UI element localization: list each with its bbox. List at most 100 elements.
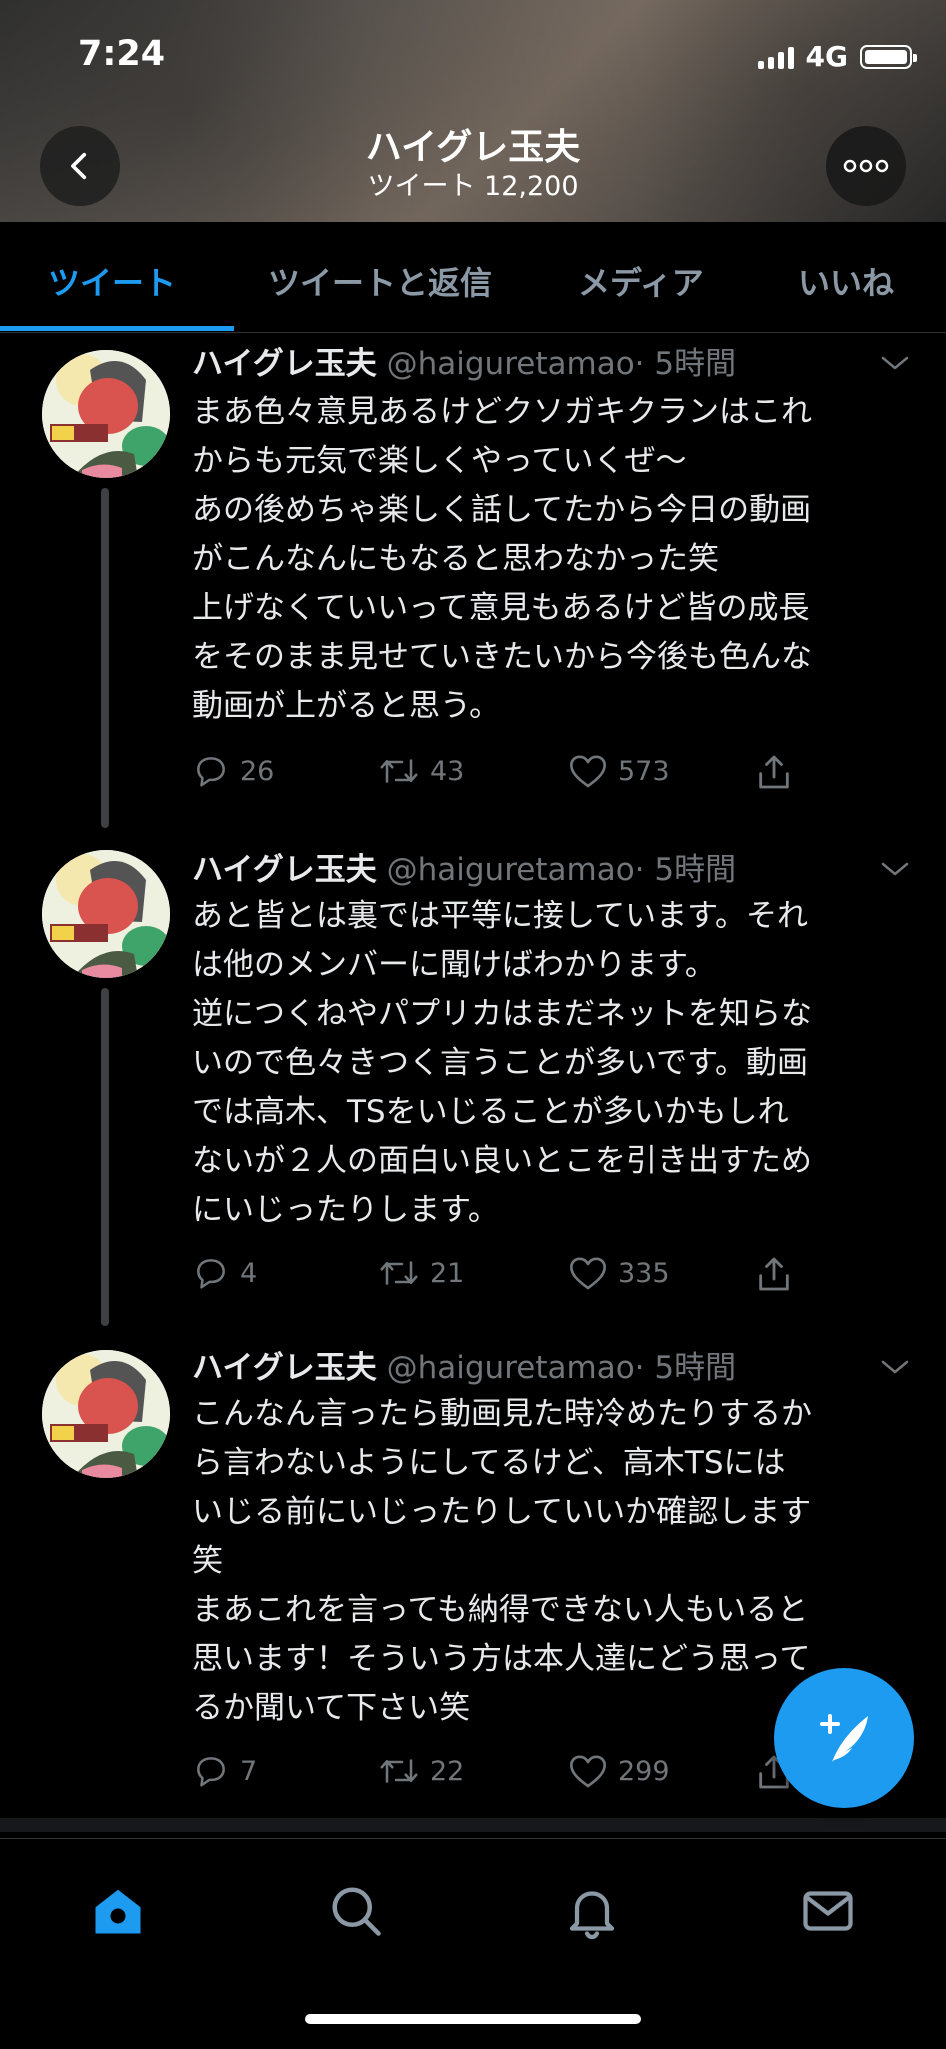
tweet-line: 上げなくていいって意見もあるけど皆の成長	[192, 590, 810, 626]
reply-count: 7	[240, 1755, 258, 1787]
profile-tabs: ツイート ツイートと返信 メディア いいね	[0, 222, 946, 333]
like-button[interactable]: 299	[568, 1752, 670, 1790]
retweet-button[interactable]: 43	[378, 752, 464, 790]
battery-icon	[860, 44, 917, 69]
author-name[interactable]: ハイグレ玉夫	[192, 1350, 377, 1386]
tweet-time: · 5時間	[634, 852, 737, 888]
nav-notifications[interactable]	[562, 1881, 622, 1945]
tweet-line: まあこれを言っても納得できない人もいると	[192, 1592, 809, 1628]
tweet-line: 思います！そういう方は本人達にどう思って	[192, 1641, 811, 1677]
tweet-header: ハイグレ玉夫 @haiguretamao· 5時間	[192, 1342, 736, 1387]
tweet-line: まあ色々意見あるけどクソガキクランはこれ	[192, 394, 812, 430]
retweet-count: 21	[430, 1257, 465, 1289]
reply-button[interactable]: 7	[192, 1752, 257, 1790]
tab-tweets[interactable]: ツイート	[48, 258, 176, 304]
share-button[interactable]	[754, 1254, 794, 1294]
reply-count: 4	[240, 1257, 258, 1289]
signal-icon	[757, 45, 794, 69]
avatar-image	[42, 350, 170, 478]
reply-icon	[197, 757, 225, 787]
tweet-line: 動画が上がると思う。	[192, 688, 501, 724]
author-handle[interactable]: @haiguretamao	[387, 346, 635, 382]
author-handle[interactable]: @haiguretamao	[387, 852, 635, 888]
nav-search[interactable]	[326, 1881, 386, 1945]
like-icon	[570, 755, 606, 788]
tweet-line: では高木、TSをいじることが多いかもしれ	[192, 1094, 789, 1130]
tweet-line: からも元気で楽しくやっていくぜ〜	[192, 443, 687, 479]
like-button[interactable]: 573	[568, 752, 670, 790]
compose-icon	[820, 1714, 868, 1762]
chevron-down-icon	[881, 356, 909, 370]
tab-media[interactable]: メディア	[578, 258, 704, 304]
retweet-icon	[380, 1759, 418, 1783]
tweet[interactable]: ハイグレ玉夫 @haiguretamao· 5時間 まあ色々意見あるけどクソガキ…	[0, 340, 946, 830]
tweet-header: ハイグレ玉夫 @haiguretamao· 5時間	[192, 844, 736, 889]
tweet-menu-button[interactable]	[880, 860, 910, 882]
tweet-time: · 5時間	[634, 346, 737, 382]
tweet-menu-button[interactable]	[880, 1358, 910, 1380]
tab-likes[interactable]: いいね	[798, 258, 894, 304]
tweet-line: にいじったりします。	[192, 1192, 499, 1228]
messages-icon	[803, 1891, 853, 1931]
retweet-icon	[380, 1261, 418, 1285]
tweet-line: あと皆とは裏では平等に接しています。それ	[192, 898, 808, 934]
like-button[interactable]: 335	[568, 1254, 670, 1292]
author-name[interactable]: ハイグレ玉夫	[192, 852, 377, 888]
home-icon	[95, 1889, 141, 1934]
like-count: 335	[618, 1257, 670, 1289]
author-name[interactable]: ハイグレ玉夫	[192, 346, 377, 382]
tweet-line: いじる前にいじったりしていいか確認します	[192, 1494, 812, 1530]
notifications-icon	[569, 1891, 615, 1940]
avatar-image	[42, 1350, 170, 1478]
tweet-line: をそのまま見せていきたいから今後も色んな	[192, 639, 812, 675]
status-time: 7:24	[78, 34, 166, 74]
home-indicator	[305, 2014, 641, 2024]
share-icon	[759, 1257, 789, 1291]
retweet-count: 43	[430, 755, 465, 787]
reply-button[interactable]: 26	[192, 752, 274, 790]
avatar[interactable]	[42, 350, 170, 478]
more-button[interactable]	[826, 126, 906, 206]
tweet-actions: 26 43 573	[192, 752, 812, 796]
like-count: 299	[618, 1755, 670, 1787]
reply-count: 26	[240, 755, 275, 787]
tweet-line: は他のメンバーに聞けばわかります。	[192, 947, 716, 983]
tweet-time: · 5時間	[634, 1350, 737, 1386]
share-button[interactable]	[754, 752, 794, 792]
reply-icon	[197, 1757, 225, 1787]
avatar[interactable]	[42, 1350, 170, 1478]
tweet-text: まあ色々意見あるけどクソガキクランはこれ からも元気で楽しくやっていくぜ〜 あの…	[192, 388, 912, 731]
retweet-count: 22	[430, 1755, 465, 1787]
avatar-image	[42, 850, 170, 978]
avatar[interactable]	[42, 850, 170, 978]
nav-messages[interactable]	[798, 1881, 858, 1945]
tweet-line: いので色々きつく言うことが多いです。動画	[192, 1045, 808, 1081]
reply-button[interactable]: 4	[192, 1254, 257, 1292]
network-type: 4G	[805, 40, 848, 73]
like-icon	[570, 1755, 606, 1788]
reply-icon	[197, 1259, 225, 1289]
retweet-icon	[380, 759, 418, 783]
tab-tweets-and-replies[interactable]: ツイートと返信	[268, 258, 492, 304]
tweet-menu-button[interactable]	[880, 354, 910, 376]
tweet-line: 笑	[192, 1543, 223, 1579]
like-count: 573	[618, 755, 670, 787]
status-icons: 4G	[757, 40, 917, 73]
retweet-button[interactable]: 22	[378, 1752, 464, 1790]
profile-header: 7:24 4G ハイグレ玉夫 ツイート 12,200	[0, 0, 946, 222]
tweet-line: あの後めちゃ楽しく話してたから今日の動画	[192, 492, 812, 528]
tweet-line: ないが２人の面白い良いとこを引き出すため	[192, 1143, 812, 1179]
search-icon	[332, 1887, 381, 1936]
more-icon	[843, 159, 889, 173]
tweet-line: 逆につくねやパプリカはまだネットを知らな	[192, 996, 812, 1032]
nav-home[interactable]	[88, 1881, 148, 1945]
author-handle[interactable]: @haiguretamao	[387, 1350, 635, 1386]
tweet-actions: 7 22 299	[192, 1752, 812, 1796]
tweet-actions: 4 21 335	[192, 1254, 812, 1298]
chevron-down-icon	[881, 862, 909, 876]
tweet[interactable]: ハイグレ玉夫 @haiguretamao· 5時間 あと皆とは裏では平等に接して…	[0, 838, 946, 1328]
retweet-button[interactable]: 21	[378, 1254, 464, 1292]
tweet-line: がこんなんにもなると思わなかった笑	[192, 541, 719, 577]
compose-tweet-button[interactable]	[774, 1668, 914, 1808]
thread-line	[101, 488, 109, 828]
